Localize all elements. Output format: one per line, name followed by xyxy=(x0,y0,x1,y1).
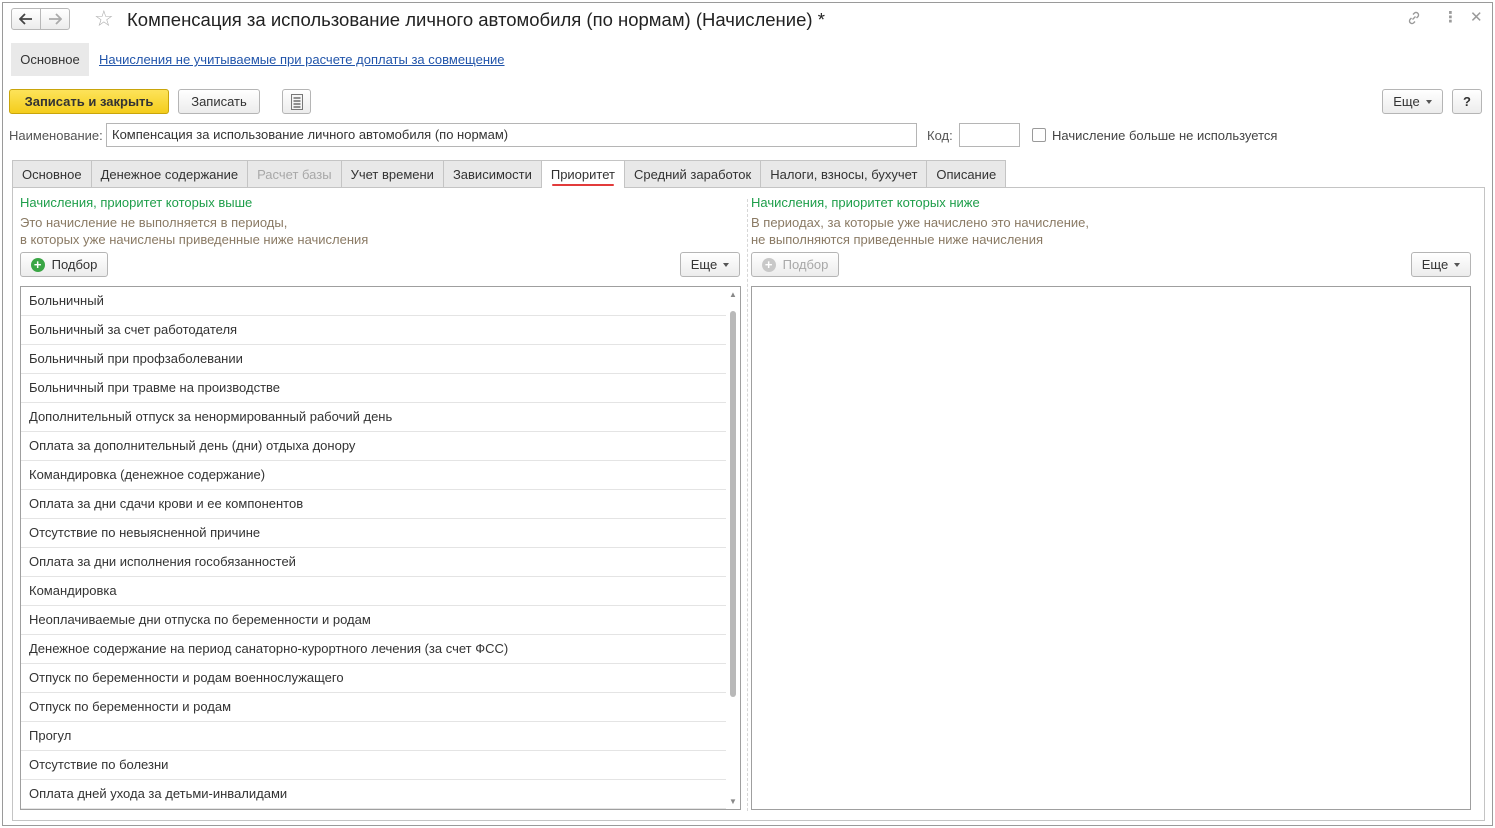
list-item[interactable]: Командировка (денежное содержание) xyxy=(21,461,726,490)
left-group-title: Начисления, приоритет которых выше xyxy=(20,195,253,210)
right-more-label: Еще xyxy=(1421,257,1449,272)
back-button[interactable] xyxy=(11,8,41,30)
tab-dependencies[interactable]: Зависимости xyxy=(442,160,541,187)
list-item[interactable]: Больничный xyxy=(21,287,726,316)
name-field[interactable]: Компенсация за использование личного авт… xyxy=(106,123,917,147)
section-link-accruals[interactable]: Начисления не учитываемые при расчете до… xyxy=(99,52,505,67)
right-pick-button[interactable]: + Подбор xyxy=(751,252,839,277)
list-item[interactable]: Больничный при профзаболевании xyxy=(21,345,726,374)
add-icon: + xyxy=(30,257,45,272)
list-item[interactable]: Прогул xyxy=(21,722,726,751)
list-item[interactable]: Оплата за дни сдачи крови и ее компонент… xyxy=(21,490,726,519)
report-button[interactable] xyxy=(282,89,311,114)
list-item[interactable]: Оплата за дополнительный день (дни) отды… xyxy=(21,432,726,461)
add-icon: + xyxy=(761,257,776,272)
back-arrow-icon xyxy=(19,13,32,25)
left-more-label: Еще xyxy=(690,257,718,272)
left-more-button[interactable]: Еще xyxy=(680,252,740,277)
tab-salary[interactable]: Денежное содержание xyxy=(90,160,248,187)
more-button[interactable]: Еще xyxy=(1382,89,1443,114)
right-group-note-1: В периодах, за которые уже начислено это… xyxy=(751,215,1089,230)
left-group-note-1: Это начисление не выполняется в периоды, xyxy=(20,215,288,230)
list-scrollbar[interactable]: ▲ ▼ xyxy=(726,287,740,809)
list-item[interactable]: Отпуск по беременности и родам xyxy=(21,693,726,722)
name-label: Наименование: xyxy=(9,128,103,143)
more-icon[interactable]: ⋮ xyxy=(1443,10,1458,26)
list-item[interactable]: Командировка xyxy=(21,577,726,606)
list-item[interactable]: Оплата за дни исполнения гособязанностей xyxy=(21,548,726,577)
right-group-note-2: не выполняются приведенные ниже начислен… xyxy=(751,232,1044,247)
left-group-note-2: в которых уже начислены приведенные ниже… xyxy=(20,232,369,247)
left-pick-button[interactable]: + Подбор xyxy=(20,252,108,277)
tab-average-earnings[interactable]: Средний заработок xyxy=(623,160,761,187)
tab-main[interactable]: Основное xyxy=(12,160,91,187)
higher-priority-rows: Больничный Больничный за счет работодател… xyxy=(21,287,740,809)
right-pick-label: Подбор xyxy=(782,257,829,272)
favorite-star-icon[interactable]: ☆ xyxy=(94,8,114,30)
not-used-label: Начисление больше не используется xyxy=(1052,128,1278,143)
help-button[interactable]: ? xyxy=(1452,89,1482,114)
left-pick-label: Подбор xyxy=(51,257,98,272)
link-icon[interactable] xyxy=(1406,10,1422,30)
list-item[interactable]: Денежное содержание на период санаторно-… xyxy=(21,635,726,664)
chevron-down-icon xyxy=(1425,99,1432,104)
forward-arrow-icon xyxy=(49,13,62,25)
title-bar: ☆ Компенсация за использование личного а… xyxy=(3,3,1492,37)
right-more-button[interactable]: Еще xyxy=(1411,252,1471,277)
tab-time-tracking[interactable]: Учет времени xyxy=(340,160,443,187)
right-group-title: Начисления, приоритет которых ниже xyxy=(751,195,980,210)
tab-description[interactable]: Описание xyxy=(926,160,1007,187)
tab-taxes[interactable]: Налоги, взносы, бухучет xyxy=(760,160,927,187)
save-button[interactable]: Записать xyxy=(178,89,260,114)
code-field[interactable] xyxy=(959,123,1020,147)
list-item[interactable]: Больничный при травме на производстве xyxy=(21,374,726,403)
code-label: Код: xyxy=(927,128,953,143)
tab-base-calc[interactable]: Расчет базы xyxy=(247,160,341,187)
scroll-up-icon[interactable]: ▲ xyxy=(729,290,737,299)
lower-priority-list xyxy=(751,286,1471,810)
list-item[interactable]: Больничный за счет работодателя xyxy=(21,316,726,345)
tab-priority[interactable]: Приоритет xyxy=(540,160,624,188)
list-item[interactable]: Отпуск по беременности и родам военнослу… xyxy=(21,664,726,693)
form-window: ☆ Компенсация за использование личного а… xyxy=(2,2,1493,826)
list-item[interactable]: Оплата дней ухода за детьми-инвалидами xyxy=(21,780,726,809)
more-label: Еще xyxy=(1393,94,1420,109)
list-item[interactable]: Дополнительный отпуск за ненормированный… xyxy=(21,403,726,432)
list-item[interactable]: Отсутствие по болезни xyxy=(21,751,726,780)
higher-priority-list: Больничный Больничный за счет работодател… xyxy=(20,286,741,810)
document-list-icon xyxy=(290,93,303,110)
chevron-down-icon xyxy=(723,262,730,267)
close-icon[interactable]: ✕ xyxy=(1470,10,1483,26)
forward-button[interactable] xyxy=(40,8,70,30)
window-title: Компенсация за использование личного авт… xyxy=(127,9,825,30)
section-main[interactable]: Основное xyxy=(11,43,89,76)
not-used-checkbox[interactable] xyxy=(1032,128,1046,142)
chevron-down-icon xyxy=(1454,262,1461,267)
list-item[interactable]: Неоплачиваемые дни отпуска по беременнос… xyxy=(21,606,726,635)
scroll-down-icon[interactable]: ▼ xyxy=(729,797,737,806)
list-item[interactable]: Отсутствие по невыясненной причине xyxy=(21,519,726,548)
tab-strip: Основное Денежное содержание Расчет базы… xyxy=(12,160,1007,188)
save-and-close-button[interactable]: Записать и закрыть xyxy=(9,89,169,114)
group-divider xyxy=(747,199,748,811)
scrollbar-thumb[interactable] xyxy=(730,311,736,697)
